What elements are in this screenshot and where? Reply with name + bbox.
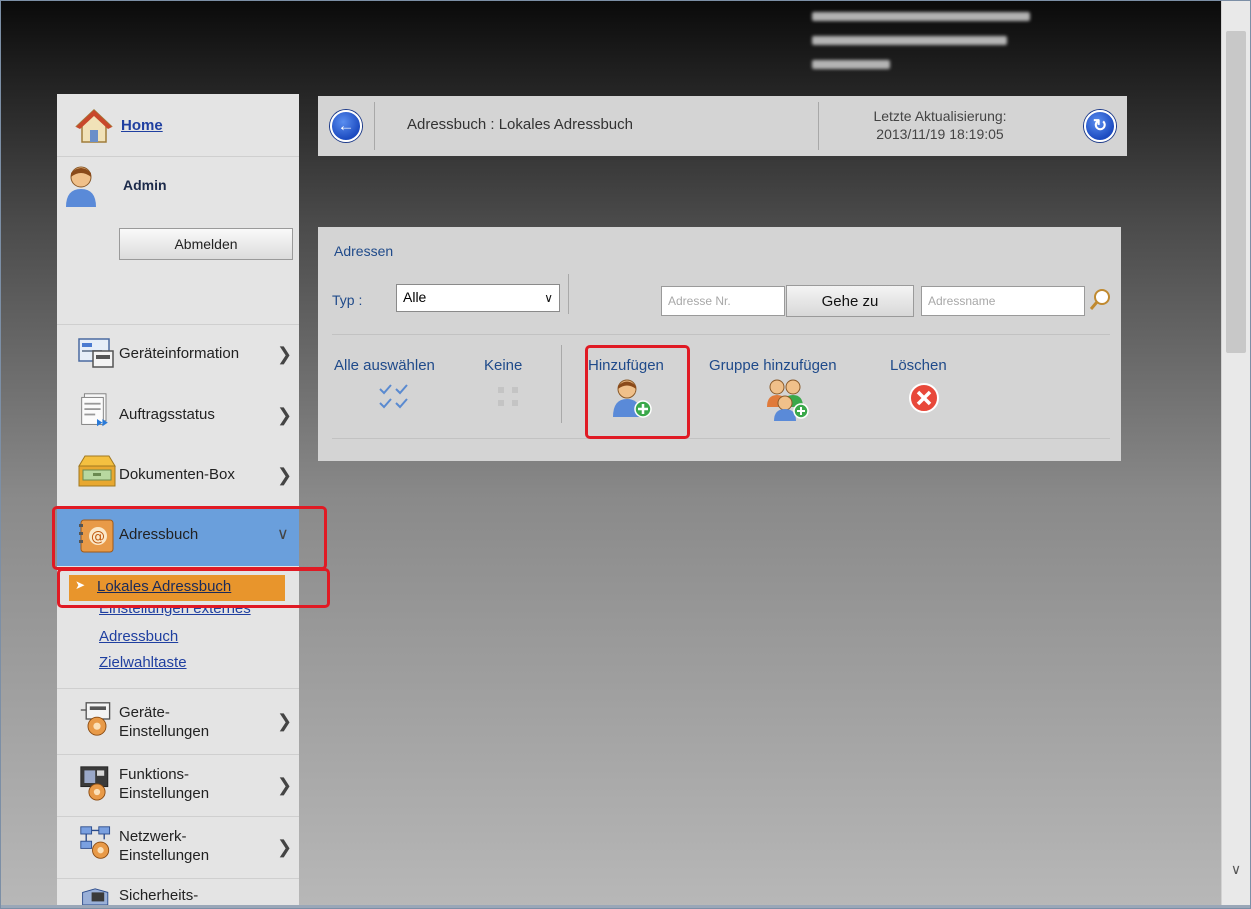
header-divider <box>818 102 819 150</box>
search-icon[interactable] <box>1088 287 1112 313</box>
select-all-label[interactable]: Alle auswählen <box>334 357 435 374</box>
submenu-item-address-book-2[interactable]: Adressbuch <box>99 628 178 645</box>
blurred-info-line <box>812 36 1007 45</box>
refresh-button[interactable]: ↻ <box>1084 110 1116 142</box>
type-select[interactable]: Alle ∨ <box>396 284 560 312</box>
panel-title: Adressen <box>334 243 394 259</box>
last-update-label: Letzte Aktualisierung: <box>873 108 1007 124</box>
chevron-right-icon: ❯ <box>277 465 293 485</box>
chevron-right-icon: ❯ <box>277 344 293 364</box>
sidebar: Home Admin Abmelden Geräteinformation ❯ <box>57 94 299 906</box>
goto-button[interactable]: Gehe zu <box>786 285 914 317</box>
address-number-input[interactable]: Adresse Nr. <box>661 286 785 316</box>
sidebar-item-document-box[interactable]: Dokumenten-Box ❯ <box>57 444 299 504</box>
user-name: Admin <box>123 177 167 193</box>
address-number-placeholder: Adresse Nr. <box>668 294 731 308</box>
chevron-right-icon: ❯ <box>277 711 293 731</box>
arrow-left-icon: ← <box>337 116 355 135</box>
chevron-right-icon: ❯ <box>277 837 293 857</box>
sidebar-item-network-settings[interactable]: Netzwerk- Einstellungen ❯ <box>57 816 299 878</box>
add-group-label[interactable]: Gruppe hinzufügen <box>709 357 837 374</box>
chevron-right-icon: ❯ <box>277 405 293 425</box>
address-name-placeholder: Adressname <box>928 294 996 308</box>
home-icon <box>75 108 113 143</box>
network-settings-icon <box>80 826 111 859</box>
sidebar-item-device-info[interactable]: Geräteinformation ❯ <box>57 324 299 384</box>
sidebar-item-label: Auftragsstatus <box>119 406 215 423</box>
device-info-icon <box>78 338 114 368</box>
select-none-label[interactable]: Keine <box>484 357 522 374</box>
function-settings-icon <box>80 766 109 801</box>
job-status-icon <box>81 393 108 427</box>
address-name-input[interactable]: Adressname <box>921 286 1085 316</box>
panel-bottom-divider <box>332 438 1110 439</box>
highlight-add <box>585 345 690 439</box>
sidebar-item-label: Sicherheits- <box>119 887 199 904</box>
type-label: Typ : <box>332 292 363 308</box>
delete-icon[interactable] <box>908 382 940 414</box>
panel-divider <box>332 334 1110 335</box>
add-group-icon[interactable] <box>765 377 811 421</box>
actions-divider <box>561 345 562 423</box>
home-row[interactable]: Home <box>57 94 299 156</box>
address-panel: Adressen Typ : Alle ∨ Adresse Nr. Gehe z… <box>318 227 1121 461</box>
device-settings-icon <box>80 702 111 736</box>
bottom-edge <box>0 905 1251 909</box>
sidebar-item-label: Geräte- <box>119 704 170 721</box>
scroll-thumb[interactable] <box>1226 31 1246 353</box>
refresh-icon: ↻ <box>1092 116 1108 135</box>
sidebar-item-label: Geräteinformation <box>119 345 240 362</box>
highlight-local-address-book <box>57 568 330 608</box>
sidebar-item-device-settings[interactable]: Geräte- Einstellungen ❯ <box>57 688 299 754</box>
user-row: Admin <box>57 156 299 217</box>
highlight-address-book <box>52 506 327 570</box>
last-update: Letzte Aktualisierung: 2013/11/19 18:19:… <box>850 107 1030 143</box>
sidebar-item-label: Funktions- <box>119 766 190 783</box>
uncheck-all-icon[interactable] <box>496 385 522 409</box>
document-box-icon <box>78 455 116 487</box>
blurred-info-line <box>812 60 890 69</box>
type-select-value: Alle <box>403 289 427 305</box>
sidebar-item-label-line2: Einstellungen <box>119 847 210 864</box>
delete-label[interactable]: Löschen <box>890 357 947 374</box>
vertical-scrollbar[interactable]: ∧ ∨ <box>1221 1 1250 905</box>
header-divider <box>374 102 375 150</box>
admin-avatar-icon <box>66 166 96 207</box>
sidebar-item-label-line2: Einstellungen <box>119 785 210 802</box>
logout-button[interactable]: Abmelden <box>119 228 293 260</box>
submenu-item-speed-dial[interactable]: Zielwahltaste <box>99 654 187 671</box>
check-all-icon[interactable] <box>378 383 412 411</box>
sidebar-item-function-settings[interactable]: Funktions- Einstellungen ❯ <box>57 754 299 816</box>
home-link[interactable]: Home <box>121 117 163 134</box>
page-title: Adressbuch : Lokales Adressbuch <box>407 116 633 133</box>
back-button[interactable]: ← <box>330 110 362 142</box>
blurred-info-line <box>812 12 1030 21</box>
security-settings-icon <box>82 888 109 906</box>
last-update-time: 2013/11/19 18:19:05 <box>876 126 1004 142</box>
header-bar: ← Adressbuch : Lokales Adressbuch Letzte… <box>318 96 1127 156</box>
sidebar-item-security-settings[interactable]: Sicherheits- <box>57 878 299 906</box>
toolbar-divider <box>568 274 569 314</box>
sidebar-item-label-line2: Einstellungen <box>119 723 210 740</box>
sidebar-item-label: Dokumenten-Box <box>119 466 235 483</box>
scroll-down-icon[interactable]: ∨ <box>1222 855 1250 883</box>
sidebar-item-label: Netzwerk- <box>119 828 187 845</box>
chevron-right-icon: ❯ <box>277 775 293 795</box>
chevron-down-icon: ∨ <box>544 291 553 305</box>
sidebar-item-job-status[interactable]: Auftragsstatus ❯ <box>57 384 299 444</box>
